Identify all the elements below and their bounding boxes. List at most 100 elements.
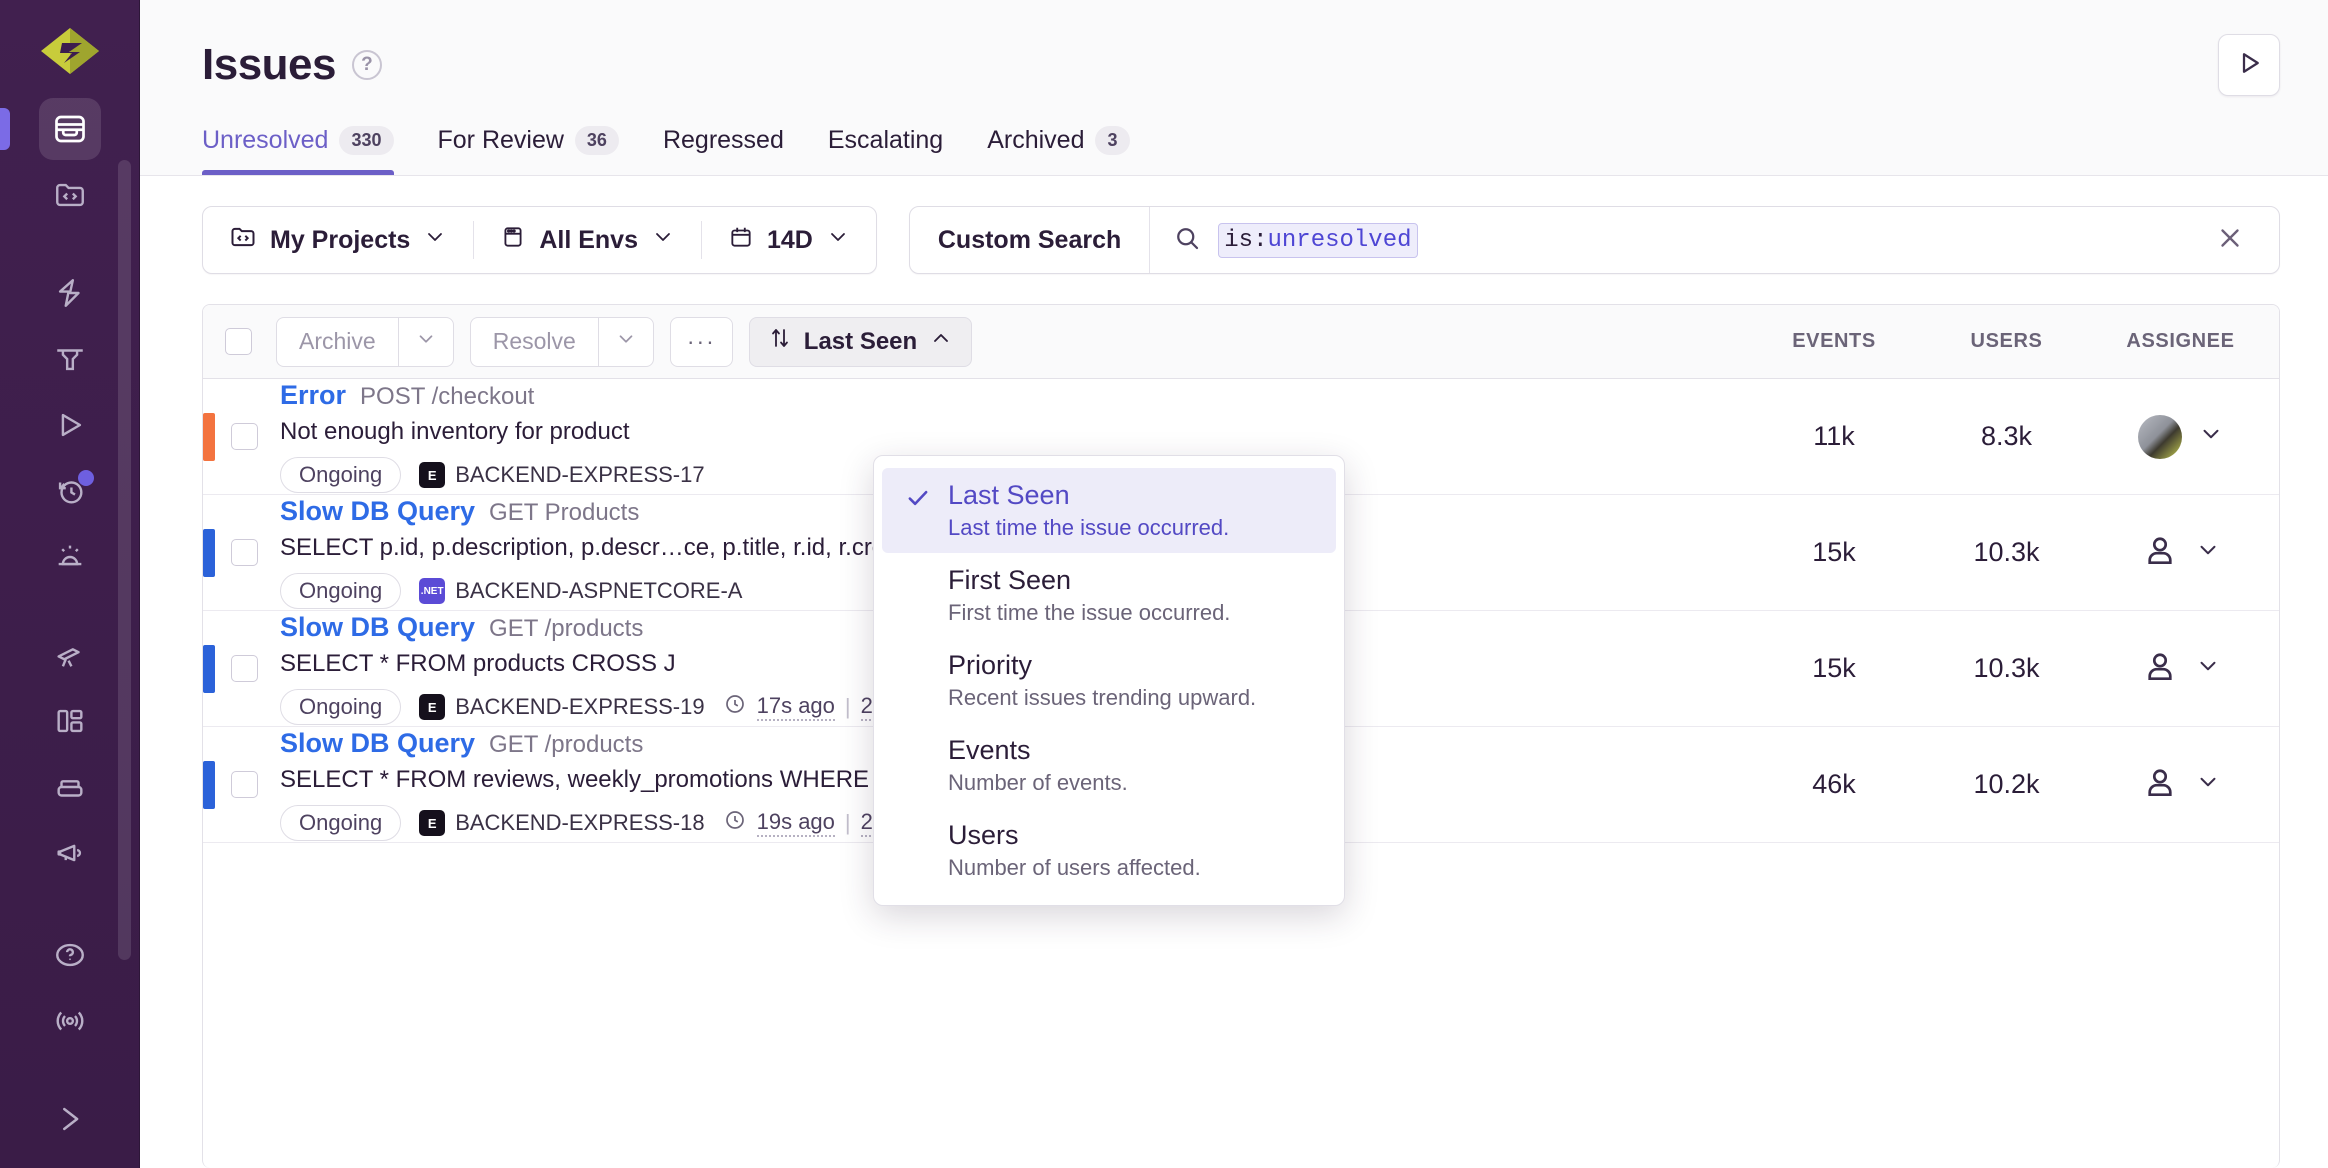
chevron-down-icon[interactable] bbox=[2195, 769, 2221, 800]
divider: | bbox=[844, 694, 851, 719]
start-playback-button[interactable] bbox=[2218, 34, 2280, 96]
resolve-dropdown-button[interactable] bbox=[597, 316, 654, 367]
sort-option-label: Last Seen bbox=[948, 480, 1070, 510]
clock-icon bbox=[723, 692, 747, 722]
resolve-button[interactable]: Resolve bbox=[469, 316, 598, 367]
chevron-down-icon bbox=[423, 225, 447, 256]
status-badge: Ongoing bbox=[280, 573, 402, 609]
close-x-icon[interactable] bbox=[2201, 223, 2259, 258]
last-seen-time[interactable]: 19s ago bbox=[756, 809, 835, 837]
resolve-button-group: Resolve bbox=[469, 316, 654, 367]
sidebar-item-performance[interactable] bbox=[39, 262, 101, 324]
archive-button[interactable]: Archive bbox=[276, 316, 398, 367]
chevron-down-icon[interactable] bbox=[2195, 653, 2221, 684]
more-actions-button[interactable]: ··· bbox=[669, 316, 733, 367]
sidebar-item-whats-new[interactable] bbox=[39, 990, 101, 1052]
project-name: BACKEND-EXPRESS-19 bbox=[455, 694, 705, 719]
row-checkbox[interactable] bbox=[231, 655, 258, 682]
sort-dropdown-menu: Last Seen Last time the issue occurred. … bbox=[873, 455, 1345, 906]
play-triangle-icon bbox=[53, 408, 87, 442]
row-checkbox[interactable] bbox=[231, 539, 258, 566]
sidebar-item-replays[interactable] bbox=[39, 394, 101, 456]
sidebar-item-projects[interactable] bbox=[39, 164, 101, 226]
sidebar-item-issues[interactable] bbox=[0, 98, 101, 160]
issue-metrics: 15k 10.3k bbox=[1749, 531, 2279, 574]
sort-option-description: Recent issues trending upward. bbox=[948, 685, 1257, 710]
assignee-cell[interactable] bbox=[2094, 531, 2279, 574]
user-placeholder-icon bbox=[2141, 647, 2179, 690]
sidebar-item-releases[interactable] bbox=[39, 460, 101, 522]
issue-list-toolbar: Archive Resolve ··· Last Seen EVENTS USE… bbox=[203, 305, 2279, 379]
last-seen-time[interactable]: 17s ago bbox=[756, 693, 835, 721]
status-badge: Ongoing bbox=[280, 805, 402, 841]
sort-option-events[interactable]: Events Number of events. bbox=[874, 723, 1344, 808]
tab-for-review[interactable]: For Review 36 bbox=[438, 120, 641, 175]
search-bar: Custom Search is:unresolved bbox=[908, 206, 2280, 274]
tab-label: For Review bbox=[437, 126, 564, 154]
daterange-filter[interactable]: 14D bbox=[702, 207, 876, 273]
sidebar-item-insights[interactable] bbox=[39, 756, 101, 818]
tab-label: Unresolved bbox=[202, 126, 329, 154]
question-mark-icon[interactable]: ? bbox=[351, 50, 382, 80]
sidebar-item-alerts[interactable] bbox=[39, 526, 101, 588]
project-label[interactable]: E BACKEND-EXPRESS-19 bbox=[419, 694, 705, 720]
assignee-cell[interactable] bbox=[2094, 763, 2279, 806]
sentry-logo-icon[interactable] bbox=[34, 26, 106, 76]
chevron-down-icon bbox=[415, 328, 437, 356]
status-badge: Ongoing bbox=[280, 689, 402, 725]
chevron-down-icon[interactable] bbox=[2198, 421, 2224, 452]
search-token[interactable]: is:unresolved bbox=[1218, 222, 1418, 258]
level-indicator bbox=[203, 528, 215, 577]
level-indicator bbox=[203, 760, 215, 809]
code-folder-icon bbox=[53, 178, 87, 212]
search-input[interactable]: is:unresolved bbox=[1149, 207, 2279, 273]
events-count: 15k bbox=[1812, 537, 1856, 567]
project-filter[interactable]: My Projects bbox=[203, 207, 473, 273]
row-checkbox[interactable] bbox=[231, 423, 258, 450]
users-count: 10.3k bbox=[1973, 653, 2040, 683]
main-content: Issues ? Unresolved 330 For Review 36 Re… bbox=[140, 0, 2328, 1168]
select-all-checkbox[interactable] bbox=[225, 328, 252, 355]
title-row: Issues ? bbox=[140, 0, 2328, 96]
assignee-cell[interactable] bbox=[2094, 414, 2279, 459]
tab-archived[interactable]: Archived 3 bbox=[987, 120, 1151, 175]
sort-option-last-seen[interactable]: Last Seen Last time the issue occurred. bbox=[882, 468, 1336, 553]
project-label[interactable]: E BACKEND-EXPRESS-17 bbox=[419, 462, 705, 488]
events-count: 46k bbox=[1812, 769, 1856, 799]
tab-escalating[interactable]: Escalating bbox=[828, 120, 965, 175]
sidebar-item-dashboards[interactable] bbox=[39, 690, 101, 752]
sidebar-item-discover[interactable] bbox=[39, 624, 101, 686]
tab-regressed[interactable]: Regressed bbox=[663, 120, 806, 175]
tab-unresolved[interactable]: Unresolved 330 bbox=[202, 120, 416, 175]
issue-title[interactable]: Error POST /checkout bbox=[280, 380, 1749, 411]
row-checkbox[interactable] bbox=[231, 771, 258, 798]
sort-option-priority[interactable]: Priority Recent issues trending upward. bbox=[874, 638, 1344, 723]
project-label[interactable]: .NET BACKEND-ASPNETCORE-A bbox=[419, 578, 742, 604]
chevron-right-icon bbox=[53, 1102, 87, 1136]
chevron-down-icon[interactable] bbox=[2195, 537, 2221, 568]
events-count: 15k bbox=[1812, 653, 1856, 683]
environment-filter[interactable]: All Envs bbox=[474, 207, 701, 273]
archive-dropdown-button[interactable] bbox=[397, 316, 454, 367]
issue-metrics: 11k 8.3k bbox=[1749, 414, 2279, 459]
users-count: 10.3k bbox=[1973, 537, 2040, 567]
filter-group: My Projects All Envs 14D bbox=[202, 206, 877, 274]
issue-type: Slow DB Query bbox=[280, 728, 476, 758]
sort-option-label: Events bbox=[948, 735, 1031, 765]
users-count: 8.3k bbox=[1980, 421, 2033, 451]
sidebar-item-traces[interactable] bbox=[39, 328, 101, 390]
sort-option-first-seen[interactable]: First Seen First time the issue occurred… bbox=[874, 553, 1344, 638]
tab-label: Archived bbox=[987, 126, 1085, 154]
sidebar-item-help[interactable] bbox=[39, 924, 101, 986]
funnel-icon bbox=[53, 342, 87, 376]
sort-button[interactable]: Last Seen bbox=[748, 316, 973, 367]
sidebar-scrollbar[interactable] bbox=[118, 160, 131, 960]
sidebar-expand-button[interactable] bbox=[39, 1088, 101, 1150]
project-label[interactable]: E BACKEND-EXPRESS-18 bbox=[419, 810, 705, 836]
saved-search-label[interactable]: Custom Search bbox=[910, 226, 1149, 255]
sidebar-item-feedback[interactable] bbox=[39, 822, 101, 884]
sort-option-users[interactable]: Users Number of users affected. bbox=[874, 808, 1344, 893]
assignee-cell[interactable] bbox=[2094, 647, 2279, 690]
search-token-key: is: bbox=[1224, 226, 1268, 254]
megaphone-icon bbox=[53, 836, 87, 870]
